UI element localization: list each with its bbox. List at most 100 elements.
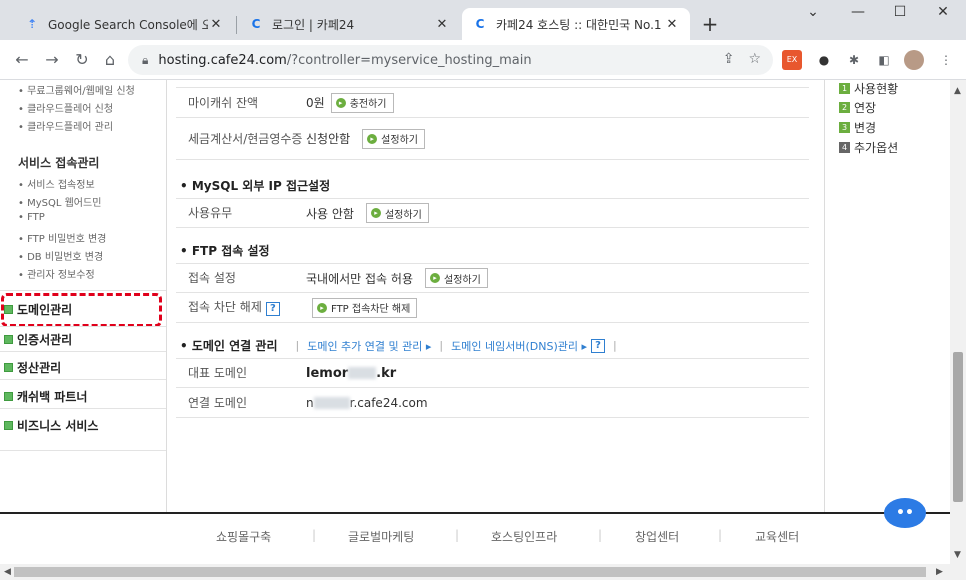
sidebar-item-mysql-webadmin[interactable]: • MySQL 웹어드민 xyxy=(18,194,101,209)
quick-item-usage[interactable]: 1 사용현황 xyxy=(839,80,898,97)
scroll-down-arrow-icon[interactable]: ▼ xyxy=(954,550,961,560)
separator: | xyxy=(613,339,617,352)
sidebar-section-settlement[interactable]: 정산관리 xyxy=(4,359,61,376)
url-host: hosting.cafe24.com xyxy=(158,52,287,68)
separator: | xyxy=(455,528,460,542)
scroll-left-arrow-icon[interactable]: ◀ xyxy=(4,567,11,577)
tab-cafe24-login[interactable]: C 로그인 | 카페24 ✕ xyxy=(238,8,460,40)
quick-item-extend[interactable]: 2 연장 xyxy=(839,99,876,116)
footer-link-education[interactable]: 교육센터 xyxy=(755,528,799,545)
chatbot-icon[interactable]: •• xyxy=(884,498,926,528)
footer-link-shop[interactable]: 쇼핑몰구축 xyxy=(216,528,271,545)
sidebar-divider xyxy=(0,326,166,327)
sidebar-section-label: 정산관리 xyxy=(17,361,62,375)
scrollbar-thumb[interactable] xyxy=(14,567,926,577)
row-label: 연결 도메인 xyxy=(188,395,248,410)
arrow-icon: ▸ xyxy=(430,273,440,283)
sidebar-item-cloudflare-apply[interactable]: • 클라우드플레어 신청 xyxy=(18,100,113,115)
mycash-balance: 0원 xyxy=(306,96,325,110)
button-label: 설정하기 xyxy=(384,209,422,221)
tab-google-search-console[interactable]: ⇡ Google Search Console에 오신 ✕ xyxy=(14,8,234,40)
left-sidebar: • 무료그룹웨어/웹메일 신청 • 클라우드플레어 신청 • 클라우드플레어 관… xyxy=(0,80,167,512)
domain-section-header: • 도메인 연결 관리 | 도메인 추가 연결 및 관리 ▸ | 도메인 네임서… xyxy=(180,337,625,354)
lock-icon[interactable]: 🔒︎ xyxy=(142,53,148,68)
sidebar-item-ftp-password[interactable]: • FTP 비밀번호 변경 xyxy=(18,230,106,245)
row-label: 접속 설정 xyxy=(188,271,236,285)
new-tab-icon[interactable]: + xyxy=(698,12,722,36)
tab-search-icon[interactable]: ⌄ xyxy=(798,4,828,20)
redacted-blur xyxy=(313,396,350,409)
window-close-icon[interactable]: ✕ xyxy=(928,4,958,20)
sidebar-item-access-info[interactable]: • 서비스 접속정보 xyxy=(18,176,95,191)
tab-divider xyxy=(236,16,237,34)
sidebar-section-label: 인증서관리 xyxy=(17,333,73,347)
browser-toolbar: ← → ↻ ⌂ 🔒︎ hosting.cafe24.com/?controlle… xyxy=(0,40,966,80)
row-label: 사용유무 xyxy=(188,206,233,220)
footer-link-startup[interactable]: 창업센터 xyxy=(635,528,679,545)
sidebar-item-db-password[interactable]: • DB 비밀번호 변경 xyxy=(18,248,103,263)
table-row: 마이캐쉬 잔액 0원 ▸ 충전하기 xyxy=(176,88,809,118)
scroll-right-arrow-icon[interactable]: ▶ xyxy=(936,567,943,577)
sidebar-item-admin-info[interactable]: • 관리자 정보수정 xyxy=(18,266,95,281)
google-search-console-icon: ⇡ xyxy=(26,17,38,31)
minimize-icon[interactable]: — xyxy=(843,4,873,20)
cookie-extension-icon[interactable]: ● xyxy=(814,50,834,70)
profile-avatar[interactable] xyxy=(904,50,924,70)
close-icon[interactable]: ✕ xyxy=(208,17,224,32)
footer-link-hosting[interactable]: 호스팅인프라 xyxy=(491,528,557,545)
close-icon[interactable]: ✕ xyxy=(434,17,450,32)
page-content: • 무료그룹웨어/웹메일 신청 • 클라우드플레어 신청 • 클라우드플레어 관… xyxy=(0,80,950,512)
sidebar-divider xyxy=(0,290,166,291)
sidebar-item-cloudflare-manage[interactable]: • 클라우드플레어 관리 xyxy=(18,118,113,133)
ftp-settings-button[interactable]: ▸ 설정하기 xyxy=(425,268,488,288)
back-icon[interactable]: ← xyxy=(10,48,34,72)
sidebar-item-ftp[interactable]: • FTP xyxy=(18,212,45,223)
horizontal-scrollbar[interactable]: ◀ ▶ xyxy=(0,564,966,580)
sidebar-item-groupware[interactable]: • 무료그룹웨어/웹메일 신청 xyxy=(18,82,135,97)
vertical-scrollbar[interactable]: ▲ ▼ xyxy=(950,80,966,564)
close-icon[interactable]: ✕ xyxy=(664,17,680,32)
footer-link-marketing[interactable]: 글로벌마케팅 xyxy=(348,528,414,545)
quick-item-options[interactable]: 4 추가옵션 xyxy=(839,139,898,156)
scrollbar-thumb[interactable] xyxy=(953,352,963,502)
quick-item-change[interactable]: 3 변경 xyxy=(839,119,876,136)
row-label: 마이캐쉬 잔액 xyxy=(188,95,259,110)
share-icon[interactable]: ⇪ xyxy=(723,51,735,67)
extensions-puzzle-icon[interactable]: ✱ xyxy=(844,50,864,70)
reload-icon[interactable]: ↻ xyxy=(70,48,94,72)
address-bar[interactable]: 🔒︎ hosting.cafe24.com/?controller=myserv… xyxy=(128,45,773,75)
extension-ex-icon[interactable]: EX xyxy=(782,50,802,70)
bookmark-star-icon[interactable]: ☆ xyxy=(748,51,761,67)
red-highlight-box xyxy=(1,293,162,327)
forward-icon[interactable]: → xyxy=(40,48,64,72)
arrow-icon: ▸ xyxy=(370,208,381,218)
domain-add-link[interactable]: 도메인 추가 연결 및 관리 ▸ xyxy=(307,338,431,354)
tax-settings-button[interactable]: ▸ 설정하기 xyxy=(362,128,425,149)
row-label: 세금계산서/현금영수증 xyxy=(188,131,303,146)
step-number-badge: 1 xyxy=(839,83,850,94)
sidebar-section-certificate[interactable]: 인증서관리 xyxy=(4,331,72,348)
cafe24-icon: C xyxy=(251,17,261,31)
side-panel-icon[interactable]: ◧ xyxy=(874,50,894,70)
quick-item-label: 변경 xyxy=(854,121,877,135)
tab-cafe24-hosting[interactable]: C 카페24 호스팅 :: 대한민국 No.1 ✕ xyxy=(462,8,690,40)
mysql-usage-status: 사용 안함 xyxy=(306,206,354,221)
sidebar-section-business[interactable]: 비즈니스 서비스 xyxy=(4,417,98,434)
green-bullet-icon xyxy=(4,392,13,401)
dns-manage-link[interactable]: 도메인 네임서버(DNS)관리 ▸ xyxy=(451,338,587,354)
mysql-settings-button[interactable]: ▸ 설정하기 xyxy=(365,203,429,223)
arrow-icon: ▸ xyxy=(317,302,327,313)
home-icon[interactable]: ⌂ xyxy=(98,48,122,72)
separator: | xyxy=(718,528,723,542)
charge-button[interactable]: ▸ 충전하기 xyxy=(330,92,394,113)
maximize-icon[interactable]: ☐ xyxy=(885,4,915,20)
step-number-badge: 2 xyxy=(839,102,850,113)
table-row xyxy=(176,80,809,88)
row-label-text: 접속 차단 해제 xyxy=(188,300,262,314)
menu-kebab-icon[interactable]: ⋮ xyxy=(936,50,956,70)
sidebar-section-cashback[interactable]: 캐쉬백 파트너 xyxy=(4,388,87,405)
ftp-unblock-button[interactable]: ▸ FTP 접속차단 해제 xyxy=(312,297,418,318)
help-icon[interactable]: ? xyxy=(265,302,280,316)
scroll-up-arrow-icon[interactable]: ▲ xyxy=(954,86,961,96)
help-icon[interactable]: ? xyxy=(591,338,605,353)
